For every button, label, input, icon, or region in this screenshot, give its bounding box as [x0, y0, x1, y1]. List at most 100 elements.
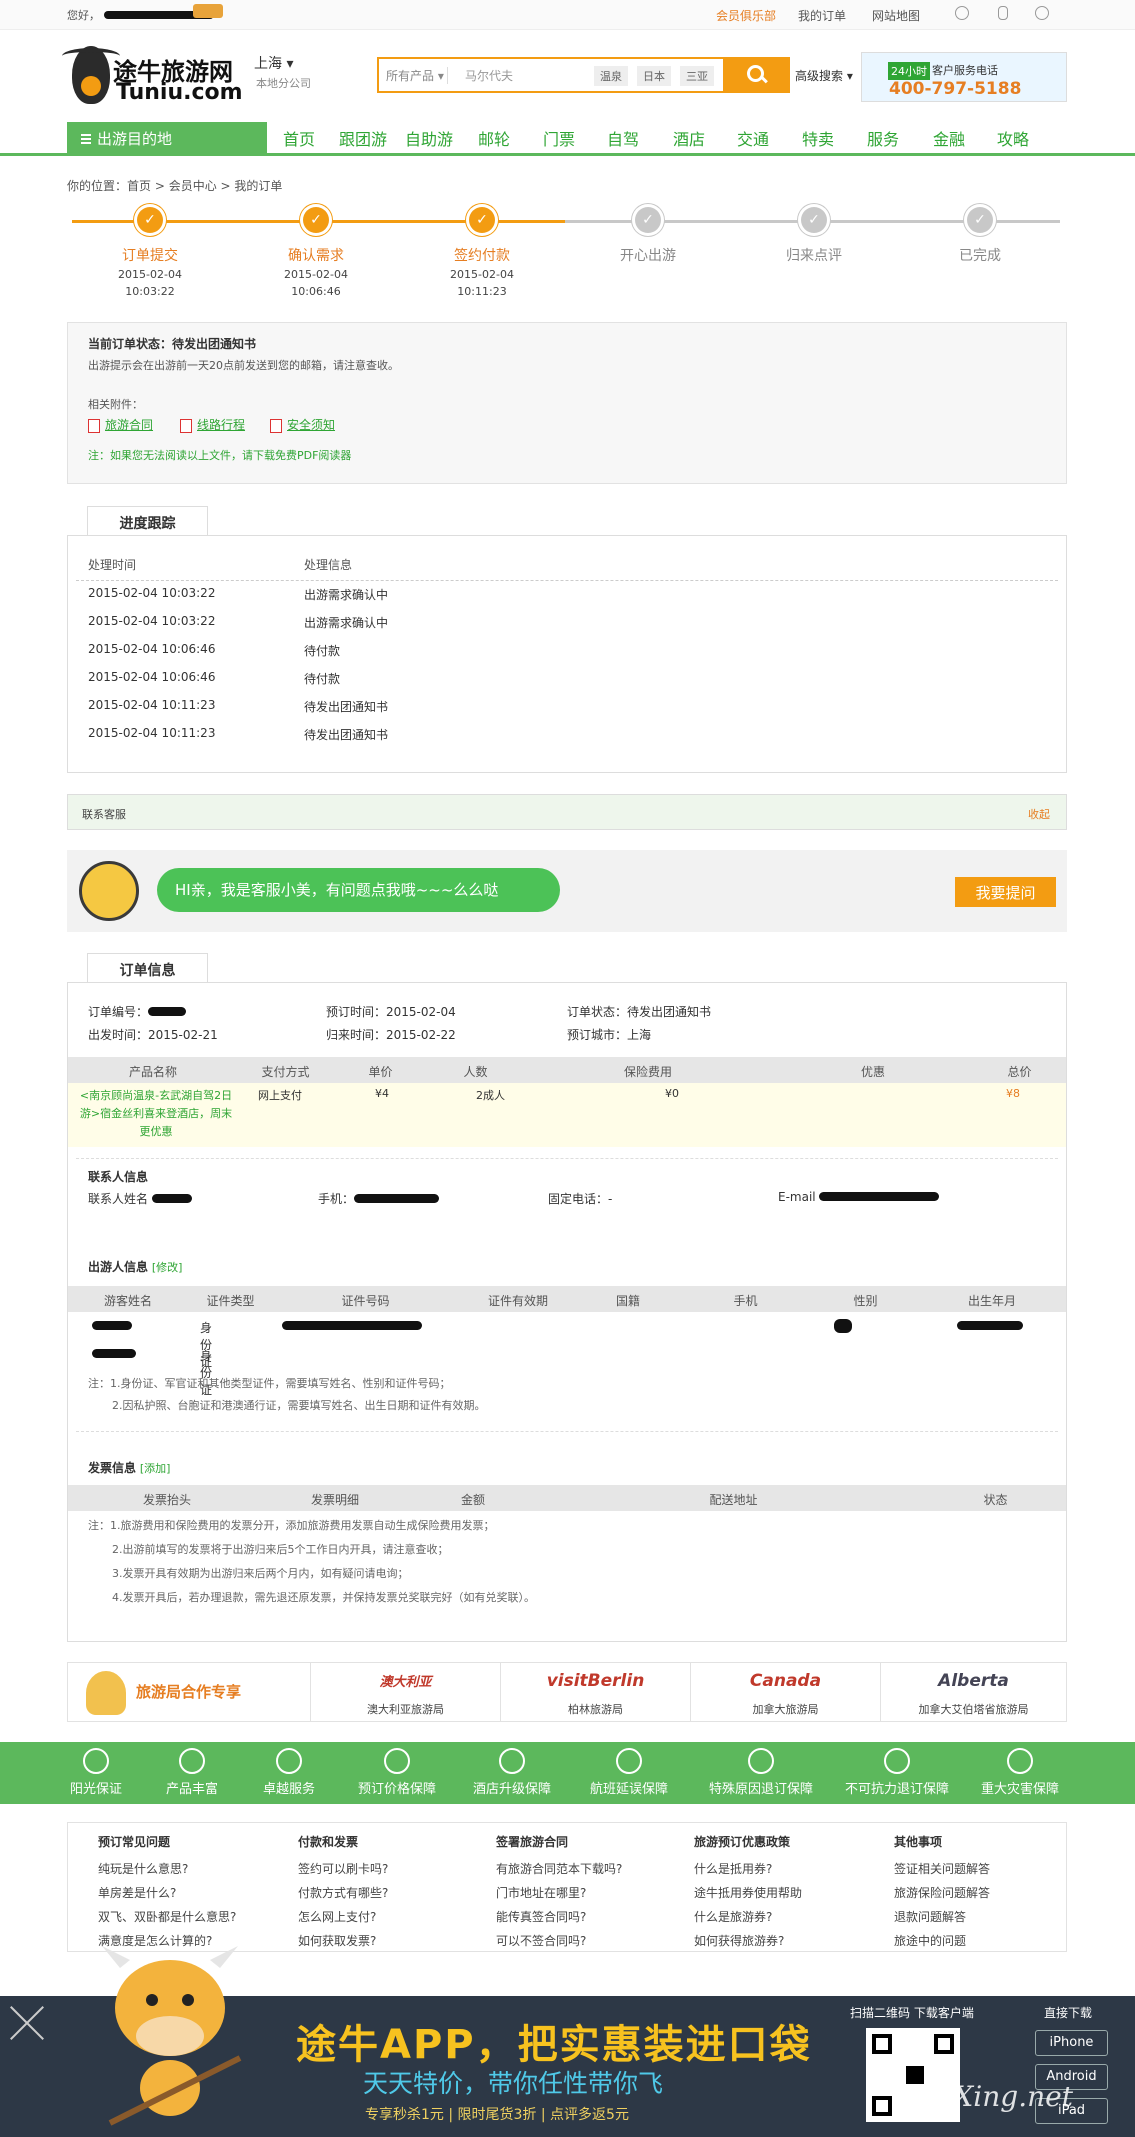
partner-australia[interactable]: 澳大利亚 澳大利亚旅游局	[310, 1663, 500, 1721]
return-time: 归来时间：2015-02-22	[326, 1028, 456, 1042]
guarantee-item[interactable]: 卓越服务	[234, 1742, 344, 1797]
site-map-link[interactable]: 网站地图	[872, 7, 920, 24]
guarantee-icon	[884, 1748, 910, 1774]
nav-item-cruise[interactable]: 邮轮	[478, 126, 510, 150]
guarantee-item[interactable]: 航班延误保障	[574, 1742, 684, 1797]
nav-item-group-tour[interactable]: 跟团游	[339, 126, 387, 150]
progress-info: 待发出团通知书	[304, 700, 389, 714]
step-label: 签约付款	[454, 248, 510, 264]
attachment-itinerary[interactable]: 线路行程	[180, 416, 245, 433]
faq-link[interactable]: 双飞、双卧都是什么意思?	[98, 1905, 298, 1929]
guarantee-item[interactable]: 重大灾害保障	[965, 1742, 1075, 1797]
search-box: 所有产品 ▾ 马尔代夫 温泉 日本 三亚	[377, 57, 790, 93]
faq-link[interactable]: 纯玩是什么意思?	[98, 1857, 298, 1881]
add-invoice-link[interactable]: [添加]	[140, 1462, 171, 1475]
faq-link[interactable]: 付款方式有哪些?	[298, 1881, 498, 1905]
progress-time: 2015-02-04 10:11:23	[88, 726, 216, 740]
partner-alberta[interactable]: Alberta 加拿大艾伯塔省旅游局	[880, 1663, 1066, 1721]
destination-menu[interactable]: 出游目的地	[67, 122, 267, 154]
weibo-icon[interactable]	[955, 6, 969, 20]
partner-canada[interactable]: Canada 加拿大旅游局	[690, 1663, 880, 1721]
faq-column: 签署旅游合同 有旅游合同范本下载吗? 门市地址在哪里? 能传真签合同吗? 可以不签合同吗…	[496, 1833, 696, 1953]
faq-link[interactable]: 门市地址在哪里?	[496, 1881, 696, 1905]
tab-progress[interactable]: 进度跟踪	[87, 506, 208, 536]
logo-cow-icon[interactable]	[62, 46, 120, 104]
attachment-contract[interactable]: 旅游合同	[88, 416, 153, 433]
th-invoice-amount: 金额	[460, 1493, 485, 1507]
guarantee-icon	[748, 1748, 774, 1774]
member-club-link[interactable]: 会员俱乐部	[716, 7, 776, 24]
breadcrumb-item[interactable]: 首页	[127, 179, 151, 193]
guarantee-item[interactable]: 产品丰富	[137, 1742, 247, 1797]
partner-berlin[interactable]: visitBerlin 柏林旅游局	[500, 1663, 690, 1721]
search-category-select[interactable]: 所有产品 ▾	[386, 67, 448, 84]
breadcrumb-item[interactable]: 会员中心	[169, 179, 217, 193]
search-tag[interactable]: 温泉	[594, 66, 628, 86]
app-download-banner: 途牛APP，把实惠装进口袋 天天特价，带你任性带你飞 专享秒杀1元 | 限时尾货…	[0, 1946, 1135, 2137]
faq-link[interactable]: 退款问题解答	[894, 1905, 1094, 1929]
search-input[interactable]: 马尔代夫	[465, 67, 513, 84]
nav-item-tickets[interactable]: 门票	[543, 126, 575, 150]
faq-link[interactable]: 如何获取发票?	[298, 1929, 498, 1953]
product-name-link[interactable]: <南京顾尚温泉-玄武湖自驾2日游>宿金丝利喜来登酒店，周末更优惠	[76, 1087, 236, 1141]
contact-title: 联系人信息	[88, 1170, 149, 1184]
search-button[interactable]	[723, 57, 790, 93]
nav-item-home[interactable]: 首页	[283, 126, 315, 150]
th-invoice-address: 配送地址	[709, 1493, 758, 1507]
guarantee-item[interactable]: 阳光保证	[41, 1742, 151, 1797]
tab-order-info[interactable]: 订单信息	[87, 953, 208, 983]
close-icon[interactable]	[8, 2004, 46, 2042]
search-tag[interactable]: 日本	[637, 66, 671, 86]
guarantee-item[interactable]: 特殊原因退订保障	[706, 1742, 816, 1797]
nav-item-guide[interactable]: 攻略	[997, 126, 1029, 150]
breadcrumb-item: 我的订单	[234, 179, 283, 193]
faq-link[interactable]: 什么是旅游券?	[694, 1905, 894, 1929]
step-label: 已完成	[959, 248, 1001, 264]
guarantee-icon	[179, 1748, 205, 1774]
pdf-icon	[88, 418, 100, 433]
faq-link[interactable]: 途牛抵用券使用帮助	[694, 1881, 894, 1905]
step-connector	[316, 220, 482, 223]
faq-link[interactable]: 签约可以刷卡吗?	[298, 1857, 498, 1881]
nav-item-sale[interactable]: 特卖	[802, 126, 834, 150]
city-selector[interactable]: 上海 ▾	[254, 53, 293, 73]
iphone-download-button[interactable]: iPhone	[1035, 2030, 1108, 2056]
hotline-banner[interactable]: 24小时 客户服务电话 400-797-5188	[861, 52, 1067, 102]
nav-item-service[interactable]: 服务	[867, 126, 899, 150]
my-orders-link[interactable]: 我的订单	[798, 7, 846, 24]
th-product: 产品名称	[128, 1065, 177, 1079]
step-label: 确认需求	[288, 248, 344, 264]
search-tag[interactable]: 三亚	[680, 66, 714, 86]
faq-link[interactable]: 能传真签合同吗?	[496, 1905, 696, 1929]
collapse-link[interactable]: 收起	[1028, 806, 1050, 822]
mobile-icon[interactable]	[998, 6, 1008, 20]
faq-link[interactable]: 签证相关问题解答	[894, 1857, 1094, 1881]
logo-en[interactable]: Tuniu.com	[116, 80, 243, 105]
nav-item-hotel[interactable]: 酒店	[673, 126, 705, 150]
advanced-search-link[interactable]: 高级搜索 ▾	[795, 67, 853, 84]
nav-item-self-drive[interactable]: 自驾	[607, 126, 639, 150]
pdf-reader-note[interactable]: 注：如果您无法阅读以上文件，请下载免费PDF阅读器	[88, 447, 351, 463]
faq-link[interactable]: 可以不签合同吗?	[496, 1929, 696, 1953]
faq-link[interactable]: 怎么网上支付?	[298, 1905, 498, 1929]
faq-link[interactable]: 如何获得旅游券?	[694, 1929, 894, 1953]
chat-bubble[interactable]: HI亲，我是客服小美，有问题点我哦~~~么么哒	[157, 868, 560, 912]
ask-question-button[interactable]: 我要提问	[955, 877, 1056, 907]
faq-link[interactable]: 什么是抵用券?	[694, 1857, 894, 1881]
guarantee-item[interactable]: 预订价格保障	[342, 1742, 452, 1797]
nav-item-self-tour[interactable]: 自助游	[405, 126, 453, 150]
guarantee-item[interactable]: 酒店升级保障	[457, 1742, 567, 1797]
breadcrumb-sep: >	[216, 179, 235, 193]
step-time: 10:03:22	[125, 285, 175, 298]
faq-link[interactable]: 旅途中的问题	[894, 1929, 1094, 1953]
nav-item-transport[interactable]: 交通	[737, 126, 769, 150]
step-connector	[648, 220, 814, 223]
attachment-safety[interactable]: 安全须知	[270, 416, 335, 433]
faq-link[interactable]: 单房差是什么?	[98, 1881, 298, 1905]
nav-item-finance[interactable]: 金融	[933, 126, 965, 150]
faq-link[interactable]: 旅游保险问题解答	[894, 1881, 1094, 1905]
wechat-icon[interactable]	[1035, 6, 1049, 20]
guarantee-item[interactable]: 不可抗力退订保障	[842, 1742, 952, 1797]
edit-travelers-link[interactable]: [修改]	[152, 1261, 183, 1274]
faq-link[interactable]: 有旅游合同范本下载吗?	[496, 1857, 696, 1881]
